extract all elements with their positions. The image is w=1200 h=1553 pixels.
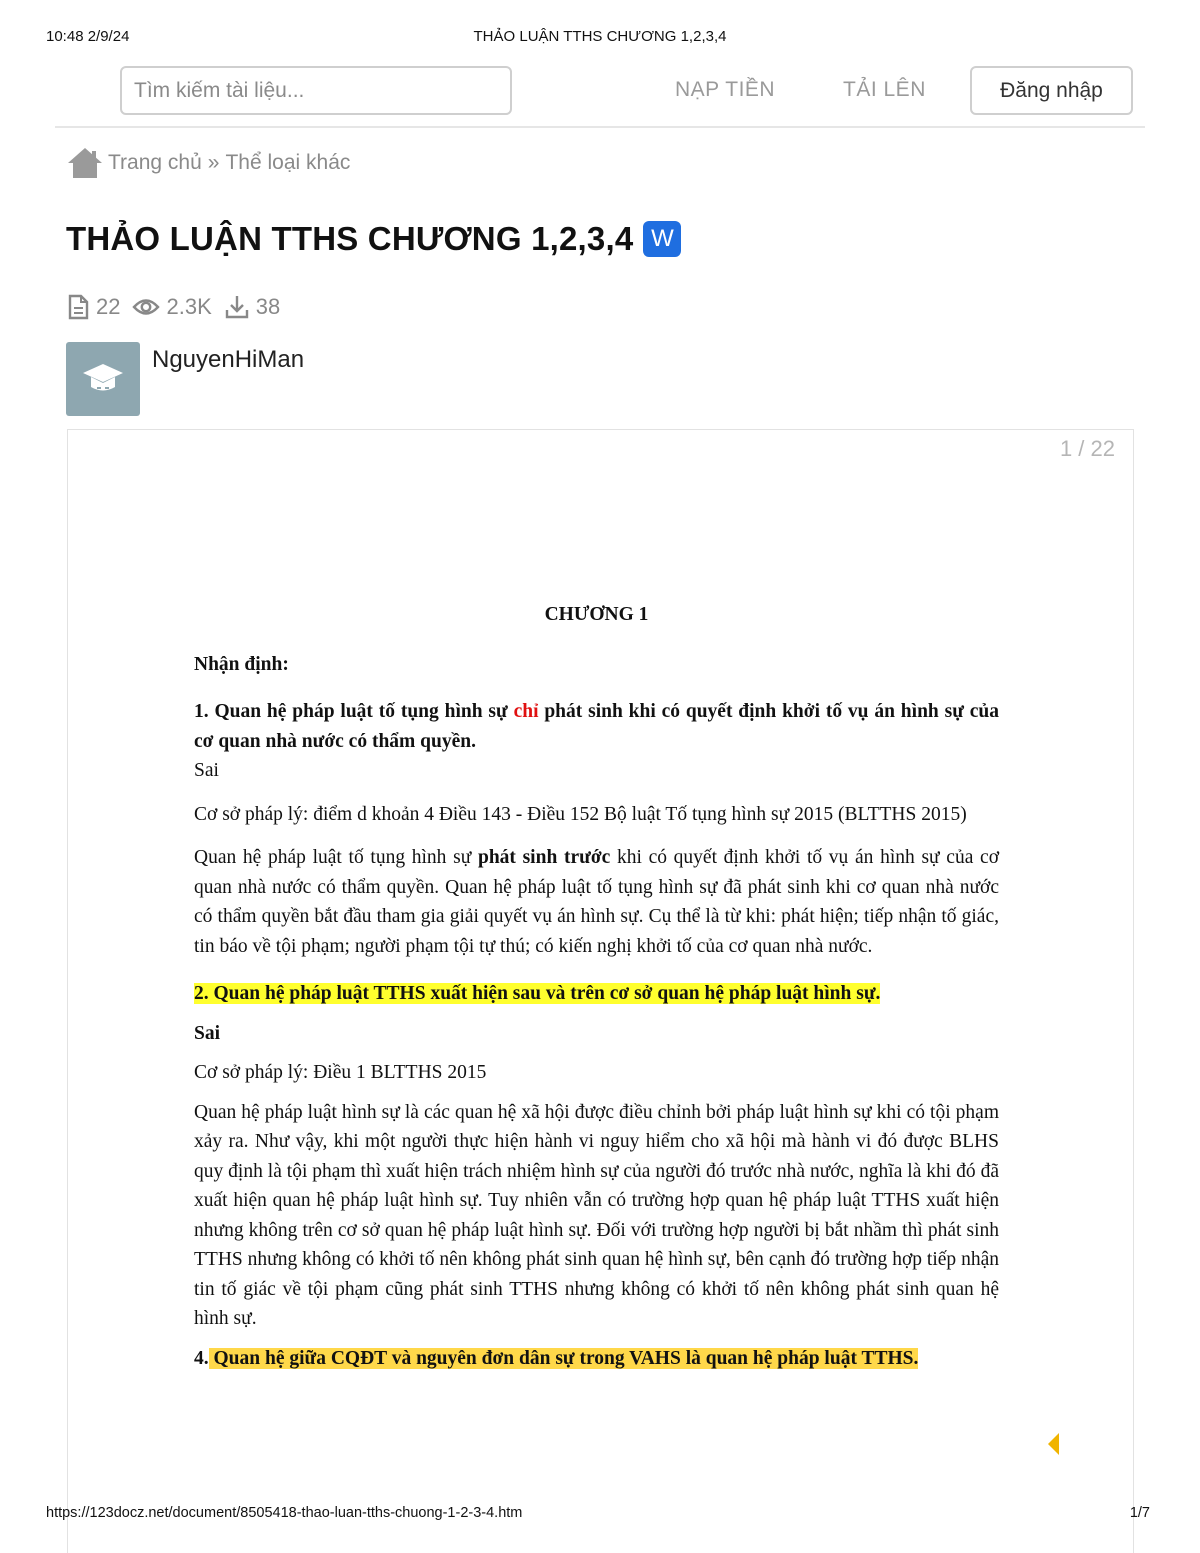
author-name[interactable]: NguyenHiMan: [152, 346, 304, 416]
page-counter: 1 / 22: [1059, 436, 1115, 461]
header-divider: [55, 126, 1145, 128]
question-1-explanation: Quan hệ pháp luật tố tụng hình sự phát s…: [194, 843, 999, 961]
eye-icon: [132, 299, 161, 315]
download-count-value: 38: [255, 294, 281, 319]
question-1-answer: Sai: [194, 760, 219, 781]
q1-exp-part-a: Quan hệ pháp luật tố tụng hình sự: [194, 847, 478, 868]
page-count: 22: [66, 294, 120, 320]
nhan-dinh-heading: Nhận định:: [194, 653, 289, 675]
view-count-value: 2.3K: [166, 294, 212, 319]
breadcrumb-home[interactable]: Trang chủ: [108, 151, 202, 175]
document-title-row: THẢO LUẬN TTHS CHƯƠNG 1,2,3,4 W: [66, 220, 682, 258]
question-2-highlight: 2. Quan hệ pháp luật TTHS xuất hiện sau …: [194, 983, 881, 1004]
view-count: 2.3K: [132, 294, 212, 320]
print-header: 10:48 2/9/24 THẢO LUẬN TTHS CHƯƠNG 1,2,3…: [0, 28, 1200, 48]
question-4-number: 4.: [194, 1347, 209, 1369]
download-count: 38: [224, 294, 280, 320]
question-1-part-a: 1. Quan hệ pháp luật tố tụng hình sự: [194, 701, 514, 722]
home-icon[interactable]: [66, 146, 104, 180]
download-icon: [225, 296, 248, 319]
document-viewer[interactable]: 1 / 22 CHƯƠNG 1 Nhận định: 1. Quan hệ ph…: [67, 429, 1134, 1553]
question-4-highlight: Quan hệ giữa CQĐT và nguyên đơn dân sự t…: [208, 1347, 919, 1369]
question-2-legal-basis: Cơ sở pháp lý: Điều 1 BLTTHS 2015: [194, 1062, 487, 1083]
author-block: NguyenHiMan: [66, 342, 304, 416]
question-1: 1. Quan hệ pháp luật tố tụng hình sự chỉ…: [194, 697, 999, 756]
word-file-icon: W: [643, 221, 682, 257]
print-url: https://123docz.net/document/8505418-tha…: [46, 1505, 523, 1521]
avatar[interactable]: [66, 342, 140, 416]
search-input[interactable]: [120, 66, 512, 115]
breadcrumb: Trang chủ » Thể loại khác: [66, 145, 350, 181]
document-icon: [68, 294, 89, 320]
document-page: CHƯƠNG 1 Nhận định: 1. Quan hệ pháp luật…: [194, 600, 999, 1373]
breadcrumb-category[interactable]: Thể loại khác: [225, 151, 350, 175]
tai-len-link[interactable]: TẢI LÊN: [843, 78, 926, 102]
graduation-cap-icon: [83, 364, 123, 391]
nap-tien-link[interactable]: NẠP TIỀN: [675, 78, 775, 102]
chapter-heading: CHƯƠNG 1: [544, 604, 649, 625]
q1-exp-bold: phát sinh trước: [477, 847, 611, 868]
question-2-answer: Sai: [194, 1022, 221, 1044]
print-title: THẢO LUẬN TTHS CHƯƠNG 1,2,3,4: [473, 28, 727, 45]
login-button[interactable]: Đăng nhập: [970, 66, 1133, 115]
question-4: 4. Quan hệ giữa CQĐT và nguyên đơn dân s…: [194, 1344, 999, 1374]
print-page-number: 1/7: [1129, 1505, 1150, 1521]
site-header: NẠP TIỀN TẢI LÊN Đăng nhập: [0, 66, 1200, 116]
document-title: THẢO LUẬN TTHS CHƯƠNG 1,2,3,4: [66, 220, 634, 257]
question-2-explanation: Quan hệ pháp luật hình sự là các quan hệ…: [194, 1101, 999, 1330]
document-stats: 22 2.3K 38: [66, 294, 292, 320]
page-count-value: 22: [96, 294, 121, 319]
question-1-red-word: chỉ: [513, 701, 539, 722]
question-1-legal-basis: Cơ sở pháp lý: điểm d khoản 4 Điều 143 -…: [194, 803, 967, 825]
breadcrumb-separator: »: [207, 151, 220, 174]
prev-page-arrow-icon[interactable]: [1048, 1433, 1059, 1455]
question-2: 2. Quan hệ pháp luật TTHS xuất hiện sau …: [194, 979, 999, 1009]
